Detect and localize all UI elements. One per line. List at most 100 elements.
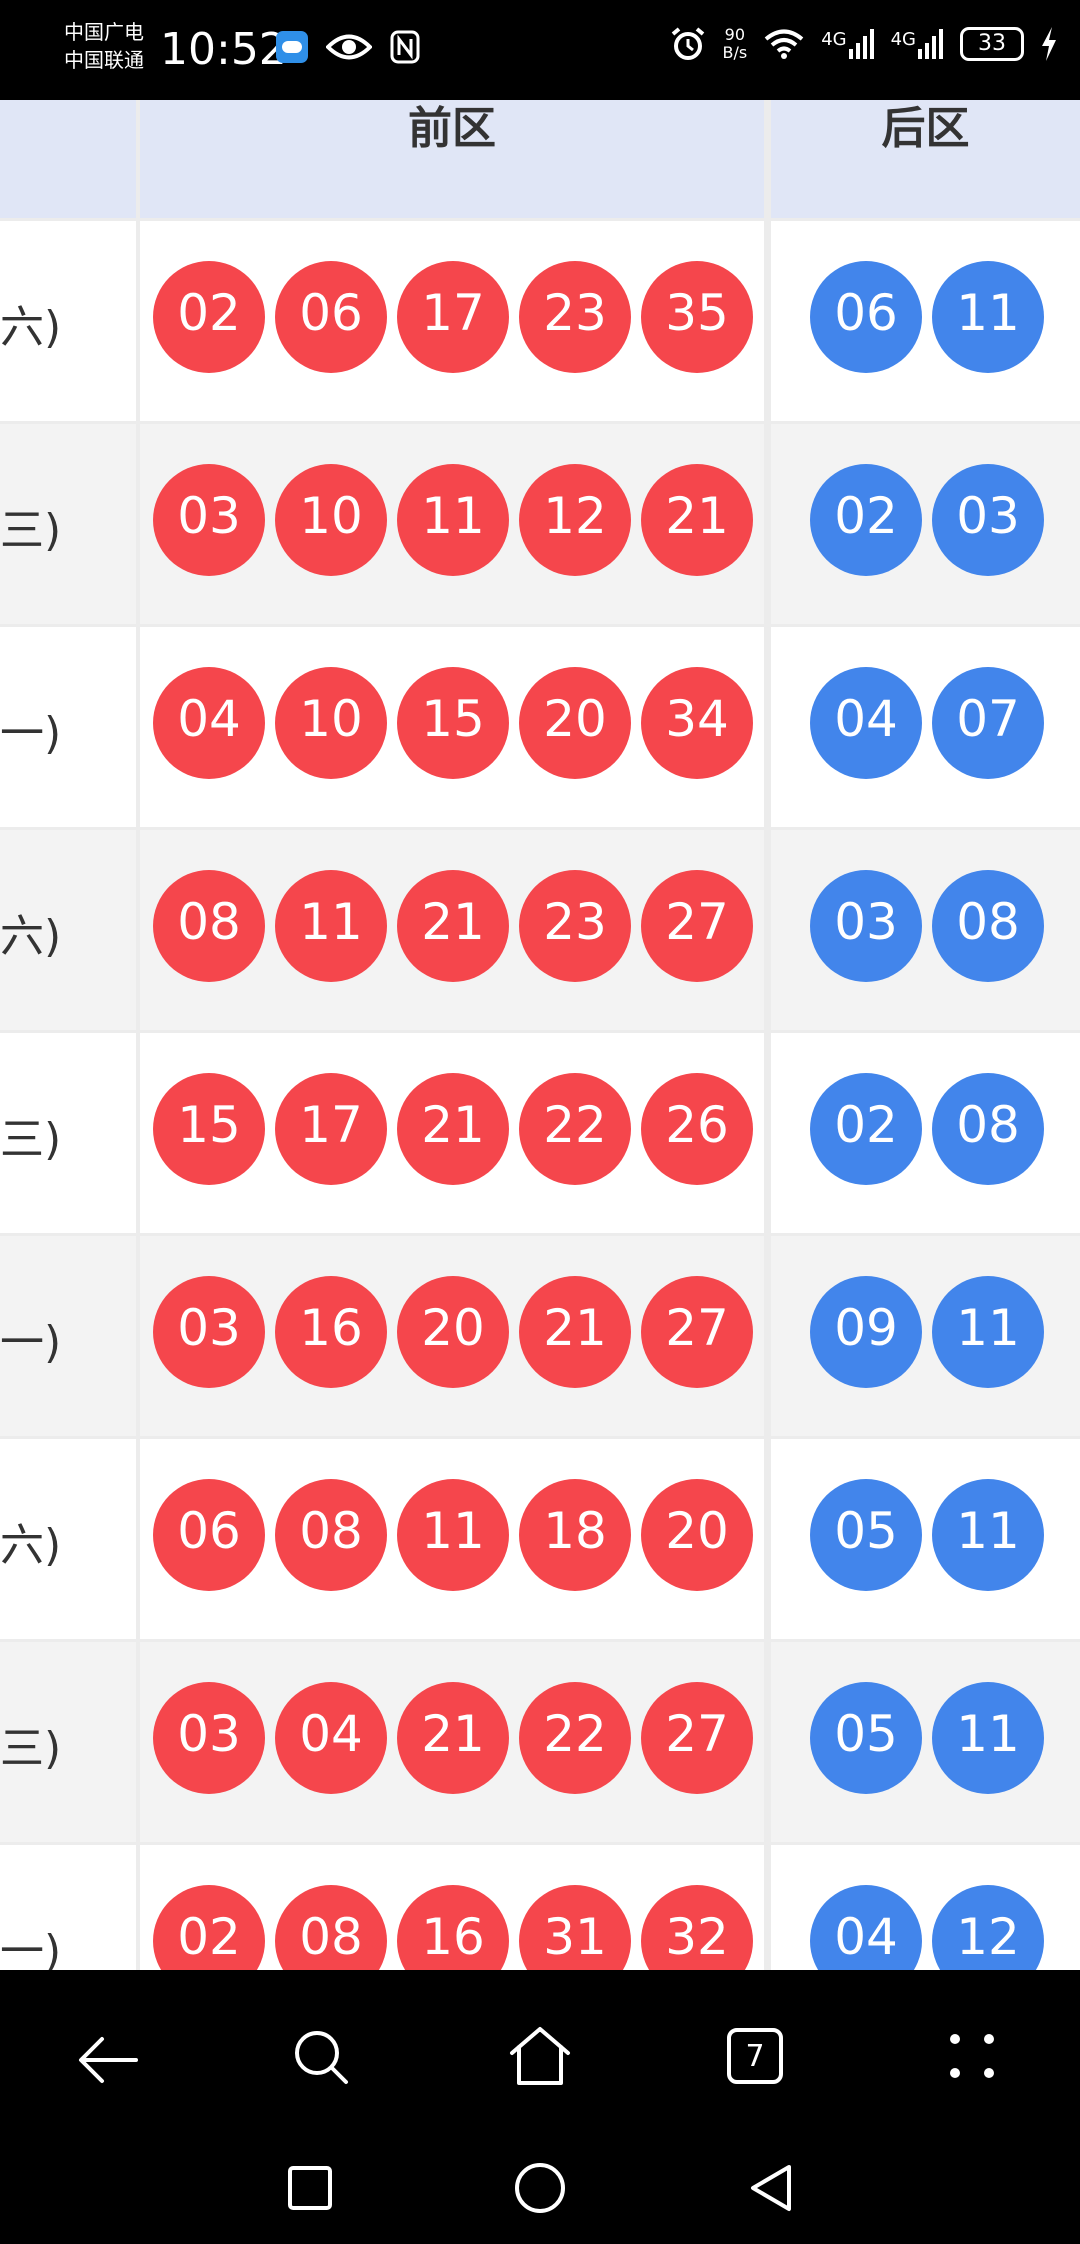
signal-1: 4G [821,29,874,59]
network-speed-unit: B/s [722,43,748,62]
back-button[interactable] [68,2020,148,2100]
tabs-button[interactable]: 7 [715,2016,795,2096]
back-zone-ball: 09 [810,1276,922,1388]
status-bar: 中国广电 中国联通 10:52 90 B/s 4G 4G 33 [0,0,1080,100]
results-rows: 六) 02 06 17 23 35 06 11 三) 03 10 11 12 21 02 03 一) 04 10 15… [0,221,1080,1970]
front-zone-ball: 06 [275,261,387,373]
carrier-1: 中国广电 [64,20,144,44]
tab-count-badge: 7 [727,2028,783,2084]
draw-date: 一) [0,708,62,759]
recents-button[interactable] [268,2146,352,2230]
back-zone-numbers: 04 12 [810,1885,1044,1970]
table-row: 三) 15 17 21 22 26 02 08 [0,1033,1080,1236]
front-zone-numbers: 04 10 15 20 34 [153,667,753,779]
home-button[interactable] [500,2016,580,2096]
table-row: 一) 03 16 20 21 27 09 11 [0,1236,1080,1439]
search-button[interactable] [282,2018,362,2098]
square-icon [288,2166,332,2210]
back-zone-ball: 11 [932,1479,1044,1591]
table-row: 六) 02 06 17 23 35 06 11 [0,221,1080,424]
draw-date: 三) [0,1114,62,1165]
date-cell: 三) [0,1642,136,1842]
eye-icon [326,34,372,60]
weather-app-icon [276,31,308,63]
date-cell: 六) [0,830,136,1030]
front-zone-cell: 02 06 17 23 35 [140,221,764,421]
navigation-bar: 7 [0,1970,1080,2244]
front-zone-ball: 15 [397,667,509,779]
front-zone-ball: 20 [397,1276,509,1388]
draw-date: 六) [0,911,62,962]
arrow-left-icon [79,2037,138,2083]
front-zone-ball: 08 [275,1479,387,1591]
front-zone-ball: 21 [519,1276,631,1388]
draw-date: 一) [0,1317,62,1368]
back-zone-ball: 03 [810,870,922,982]
front-zone-ball: 04 [153,667,265,779]
triangle-back-icon [751,2165,791,2211]
table-row: 三) 03 10 11 12 21 02 03 [0,424,1080,627]
date-cell: 六) [0,221,136,421]
front-zone-ball: 03 [153,1276,265,1388]
front-zone-numbers: 02 06 17 23 35 [153,261,753,373]
back-zone-ball: 04 [810,667,922,779]
back-zone-cell: 03 08 [771,830,1080,1030]
table-row: 一) 04 10 15 20 34 04 07 [0,627,1080,830]
back-zone-numbers: 05 11 [810,1682,1044,1794]
back-zone-cell: 02 03 [771,424,1080,624]
front-zone-ball: 02 [153,261,265,373]
front-zone-ball: 23 [519,261,631,373]
front-zone-ball: 03 [153,464,265,576]
front-zone-ball: 02 [153,1885,265,1970]
alarm-icon [672,27,705,60]
back-zone-ball: 05 [810,1682,922,1794]
header-back-zone: 后区 [771,100,1080,218]
front-zone-ball: 11 [397,1479,509,1591]
draw-date: 三) [0,505,62,556]
signal-bars-icon [848,29,874,59]
clock: 10:52 [160,24,287,75]
back-zone-cell: 05 11 [771,1439,1080,1639]
signal-1-label: 4G [821,29,847,50]
date-cell: 一) [0,1236,136,1436]
back-zone-ball: 11 [932,1276,1044,1388]
front-zone-ball: 27 [641,1682,753,1794]
signal-2: 4G [891,29,944,59]
more-menu-button[interactable] [932,2016,1012,2096]
front-zone-ball: 21 [397,1682,509,1794]
front-zone-cell: 15 17 21 22 26 [140,1033,764,1233]
table-row: 一) 02 08 16 31 32 04 12 [0,1845,1080,1970]
table-row: 六) 08 11 21 23 27 03 08 [0,830,1080,1033]
front-zone-ball: 17 [275,1073,387,1185]
system-back-button[interactable] [728,2146,812,2230]
back-zone-ball: 08 [932,870,1044,982]
back-zone-numbers: 04 07 [810,667,1044,779]
front-zone-ball: 11 [397,464,509,576]
wifi-icon [764,29,804,59]
table-header: 前区 后区 [0,100,1080,218]
front-zone-ball: 04 [275,1682,387,1794]
draw-date: 六) [0,1520,62,1571]
front-zone-ball: 27 [641,1276,753,1388]
date-cell: 一) [0,1845,136,1970]
front-zone-cell: 04 10 15 20 34 [140,627,764,827]
back-zone-cell: 04 07 [771,627,1080,827]
back-zone-numbers: 02 08 [810,1073,1044,1185]
back-zone-ball: 11 [932,1682,1044,1794]
back-zone-numbers: 05 11 [810,1479,1044,1591]
front-zone-ball: 15 [153,1073,265,1185]
header-front-zone: 前区 [140,100,764,218]
front-zone-ball: 16 [397,1885,509,1970]
system-home-button[interactable] [498,2146,582,2230]
front-zone-numbers: 06 08 11 18 20 [153,1479,753,1591]
back-zone-ball: 02 [810,464,922,576]
front-zone-ball: 34 [641,667,753,779]
front-zone-ball: 35 [641,261,753,373]
signal-bars-icon [918,29,943,59]
back-zone-ball: 04 [810,1885,922,1970]
carrier-2: 中国联通 [64,48,144,72]
back-zone-ball: 02 [810,1073,922,1185]
draw-date: 一) [0,1926,62,1970]
front-zone-cell: 06 08 11 18 20 [140,1439,764,1639]
front-zone-cell: 03 10 11 12 21 [140,424,764,624]
